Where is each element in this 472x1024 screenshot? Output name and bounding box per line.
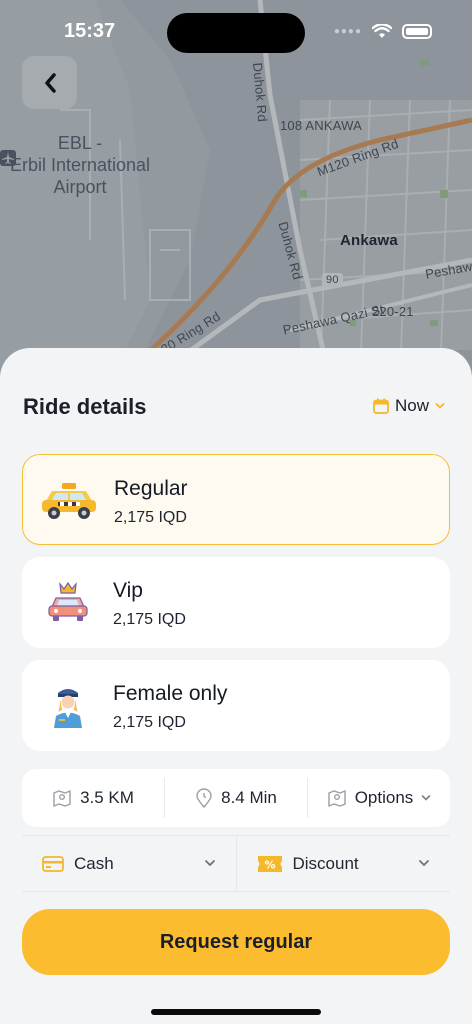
battery-icon [402,24,432,39]
calendar-icon [373,398,389,414]
ride-name: Regular [114,477,188,500]
map-label-ankawa: Ankawa [340,232,398,249]
request-ride-button[interactable]: Request regular [22,909,450,975]
chevron-down-icon [435,403,445,409]
payment-method-dropdown[interactable]: Cash [22,836,236,891]
status-time: 15:37 [64,20,116,42]
svg-text:%: % [264,858,275,871]
options-label: Options [354,788,414,807]
map-pin-icon [328,789,346,808]
location-pin-icon [196,788,212,808]
chevron-down-icon [421,795,431,801]
ride-price: 2,175 IQD [113,611,186,628]
distance-label: 3.5 KM [80,788,134,807]
map-pin-icon [53,789,71,808]
schedule-dropdown[interactable]: Now [373,396,445,416]
duration-label: 8.4 Min [221,788,277,807]
female-driver-icon [38,678,98,733]
ride-details-sheet: Ride details Now Regular 2,175 IQD Vip 2… [0,348,472,1024]
coupon-icon: % [257,855,282,872]
map-label-108-ankawa: 108 ANKAWA [280,118,362,133]
discount-label: Discount [292,853,359,873]
home-indicator [151,1009,321,1015]
payment-row: Cash % Discount [22,835,450,892]
wifi-icon [372,24,392,38]
trip-info-bar: 3.5 KM 8.4 Min Options [22,769,450,827]
ride-price: 2,175 IQD [114,509,187,526]
options-dropdown[interactable]: Options [308,769,450,827]
dynamic-island [167,13,305,53]
sheet-title: Ride details [23,394,147,419]
ride-price: 2,175 IQD [113,714,186,731]
payment-method-label: Cash [74,853,114,873]
vip-car-icon [38,575,98,630]
taxi-icon [39,473,99,528]
airport-line-1: EBL - [57,133,103,153]
discount-dropdown[interactable]: % Discount [237,836,451,891]
map-label-220-21: 220-21 [372,304,414,319]
signal-icon: ●●●● [333,26,362,37]
ride-option-regular[interactable]: Regular 2,175 IQD [22,454,450,545]
chevron-down-icon [419,860,429,867]
schedule-label: Now [394,396,429,415]
map-airport-label: EBL - Erbil International Airport [0,133,160,198]
chevron-down-icon [204,860,215,867]
ride-option-vip[interactable]: Vip 2,175 IQD [22,557,450,648]
chevron-left-icon [44,72,56,93]
ride-option-female-only[interactable]: Female only 2,175 IQD [22,660,450,751]
trip-distance: 3.5 KM [22,769,164,827]
credit-card-icon [42,855,64,872]
status-icons: ●●●● [334,24,432,39]
airport-line-3: Airport [53,177,107,197]
back-button[interactable] [22,56,77,109]
ride-name: Vip [113,579,143,602]
airport-line-2: Erbil International [9,155,151,175]
ride-name: Female only [113,682,228,705]
map-road-shield-90: 90 [322,273,343,287]
trip-duration: 8.4 Min [165,769,307,827]
